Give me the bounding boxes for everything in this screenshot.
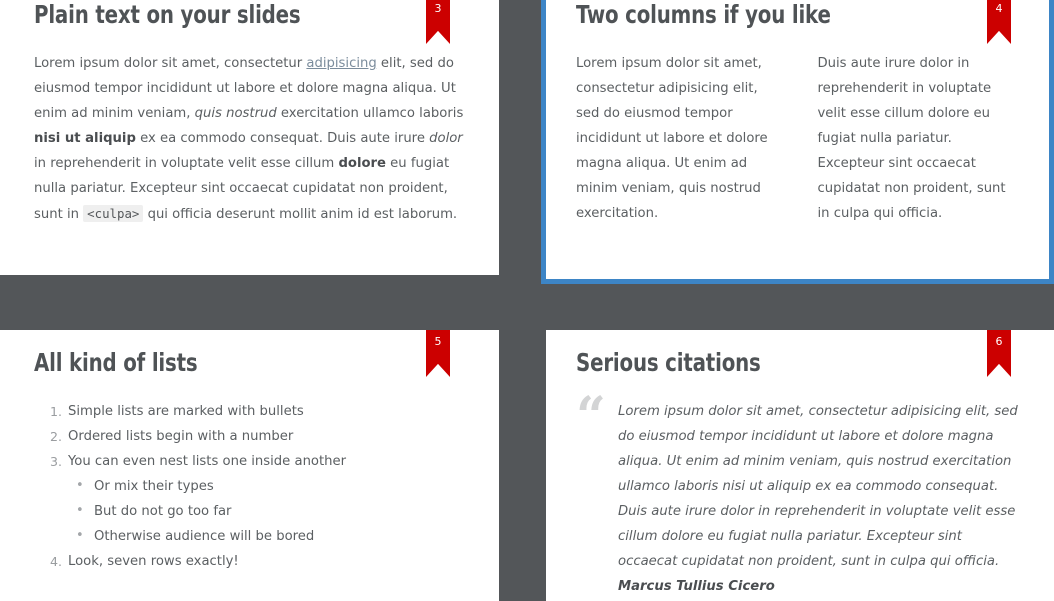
list-item-label: You can even nest lists one inside anoth… <box>68 454 347 469</box>
list-item-label: Simple lists are marked with bullets <box>68 404 304 419</box>
slide-panel-lists[interactable]: All kind of lists Simple lists are marke… <box>0 330 499 601</box>
page-title: Two columns if you like <box>576 0 831 29</box>
list-item: Ordered lists begin with a number <box>34 424 465 449</box>
column-left: Lorem ipsum dolor sit amet, consectetur … <box>576 56 768 221</box>
slide-content: Serious citations “ Lorem ipsum dolor si… <box>546 330 1054 601</box>
slide-content: Two columns if you like Lorem ipsum dolo… <box>546 0 1049 279</box>
paragraph-text-part-7: qui officia deserunt mollit anim id est … <box>143 207 458 222</box>
adipisicing-link[interactable]: adipisicing <box>306 56 376 71</box>
nested-bullet-list: Or mix their types But do not go too far… <box>68 473 465 549</box>
paragraph-text-part-4: ex ea commodo consequat. Duis aute irure <box>135 131 430 146</box>
slide-panel-plain-text[interactable]: Plain text on your slides Lorem ipsum do… <box>0 0 499 275</box>
list-item-label: Look, seven rows exactly! <box>68 554 239 569</box>
strong-dolore: dolore <box>338 156 386 171</box>
list-item: Simple lists are marked with bullets <box>34 399 465 424</box>
slide-content: All kind of lists Simple lists are marke… <box>0 330 499 601</box>
paragraph-text-part-1: Lorem ipsum dolor sit amet, consectetur <box>34 56 307 71</box>
two-column-layout: Lorem ipsum dolor sit amet, consectetur … <box>576 51 1015 226</box>
quote-author: Marcus Tullius Cicero <box>618 579 775 594</box>
slide-content: Plain text on your slides Lorem ipsum do… <box>0 0 499 275</box>
list-item: Look, seven rows exactly! <box>34 549 465 574</box>
page-title: Serious citations <box>576 348 761 377</box>
list-item: Otherwise audience will be bored <box>68 523 465 549</box>
slide-paragraph: Lorem ipsum dolor sit amet, consectetur … <box>34 51 465 227</box>
page-title: All kind of lists <box>34 348 198 377</box>
column-right: Duis aute irure dolor in reprehenderit i… <box>817 56 1006 221</box>
page-title: Plain text on your slides <box>34 0 301 29</box>
paragraph-text-part-5: in reprehenderit in voluptate velit esse… <box>34 156 339 171</box>
slide-deck-overview: Plain text on your slides Lorem ipsum do… <box>0 0 1054 601</box>
quotation-mark-icon: “ <box>576 386 606 447</box>
strong-nisi-ut-aliquip: nisi ut aliquip <box>34 131 136 146</box>
paragraph-text-part-3: exercitation ullamco laboris <box>276 106 464 121</box>
inline-code-culpa: <culpa> <box>83 205 144 222</box>
emphasis-dolor: dolor <box>429 131 463 146</box>
list-item: But do not go too far <box>68 498 465 524</box>
list-item: Or mix their types <box>68 473 465 499</box>
slide-panel-two-columns[interactable]: Two columns if you like Lorem ipsum dolo… <box>541 0 1054 284</box>
list-item-label: Ordered lists begin with a number <box>68 429 294 444</box>
quote-text: Lorem ipsum dolor sit amet, consectetur … <box>618 404 1018 569</box>
emphasis-quis-nostrud: quis nostrud <box>194 106 277 121</box>
blockquote: “ Lorem ipsum dolor sit amet, consectetu… <box>576 391 1020 599</box>
list-item: You can even nest lists one inside anoth… <box>34 449 465 549</box>
slide-panel-citations[interactable]: Serious citations “ Lorem ipsum dolor si… <box>546 330 1054 601</box>
ordered-list: Simple lists are marked with bullets Ord… <box>34 399 465 574</box>
